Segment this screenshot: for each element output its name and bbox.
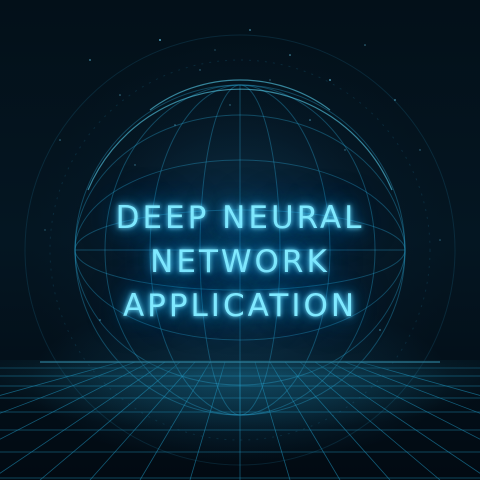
page-title: DEEP NEURAL NETWORK APPLICATION	[0, 196, 480, 328]
title-line-3: APPLICATION	[122, 288, 358, 324]
perspective-grid-floor	[0, 360, 480, 480]
title-line-1: DEEP NEURAL	[115, 200, 365, 236]
title-line-2: NETWORK	[150, 244, 330, 280]
title-card: DEEP NEURAL NETWORK APPLICATION	[0, 0, 480, 480]
